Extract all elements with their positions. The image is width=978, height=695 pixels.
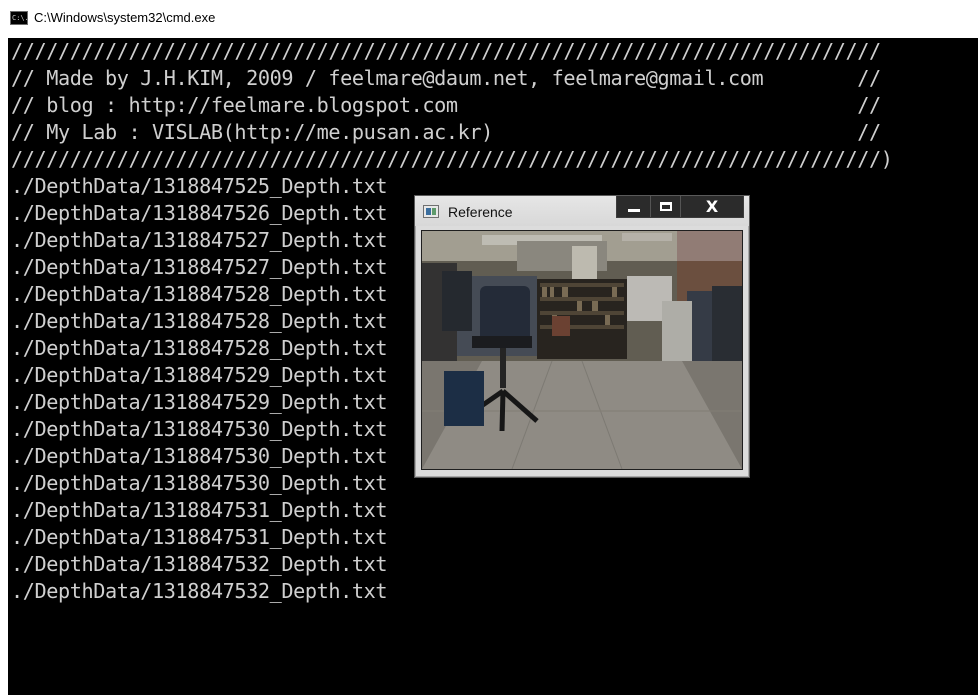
console-line: ////////////////////////////////////////… — [11, 39, 881, 63]
minimize-icon — [627, 209, 640, 212]
console-line: ./DepthData/1318847531_Depth.txt — [11, 525, 388, 549]
console-line: ./DepthData/1318847532_Depth.txt — [11, 579, 388, 603]
console-line: ./DepthData/1318847531_Depth.txt — [11, 498, 388, 522]
maximize-icon — [659, 202, 672, 211]
reference-title: Reference — [448, 204, 513, 220]
console-line: // Made by J.H.KIM, 2009 / feelmare@daum… — [11, 66, 881, 90]
console-line: ./DepthData/1318847532_Depth.txt — [11, 552, 388, 576]
console-line: // My Lab : VISLAB(http://me.pusan.ac.kr… — [11, 120, 881, 144]
console-line: ////////////////////////////////////////… — [11, 147, 893, 171]
window-title: C:\Windows\system32\cmd.exe — [34, 10, 216, 25]
console-line: // blog : http://feelmare.blogspot.com /… — [11, 93, 881, 117]
title-bar[interactable]: C:\. C:\Windows\system32\cmd.exe — [0, 0, 978, 38]
window-border — [0, 38, 8, 695]
cmd-icon: C:\. — [10, 11, 28, 25]
reference-title-bar[interactable]: Reference X — [415, 196, 749, 226]
office-scene — [422, 231, 742, 469]
image-window-icon — [423, 205, 439, 218]
cmd-window: C:\. C:\Windows\system32\cmd.exe ///////… — [0, 0, 978, 695]
maximize-button[interactable] — [651, 196, 681, 217]
window-controls: X — [616, 196, 744, 218]
minimize-button[interactable] — [617, 196, 651, 217]
close-button[interactable]: X — [681, 196, 743, 217]
close-icon: X — [705, 197, 719, 216]
reference-window[interactable]: Reference X — [414, 195, 750, 478]
office-room-photo — [421, 230, 743, 470]
